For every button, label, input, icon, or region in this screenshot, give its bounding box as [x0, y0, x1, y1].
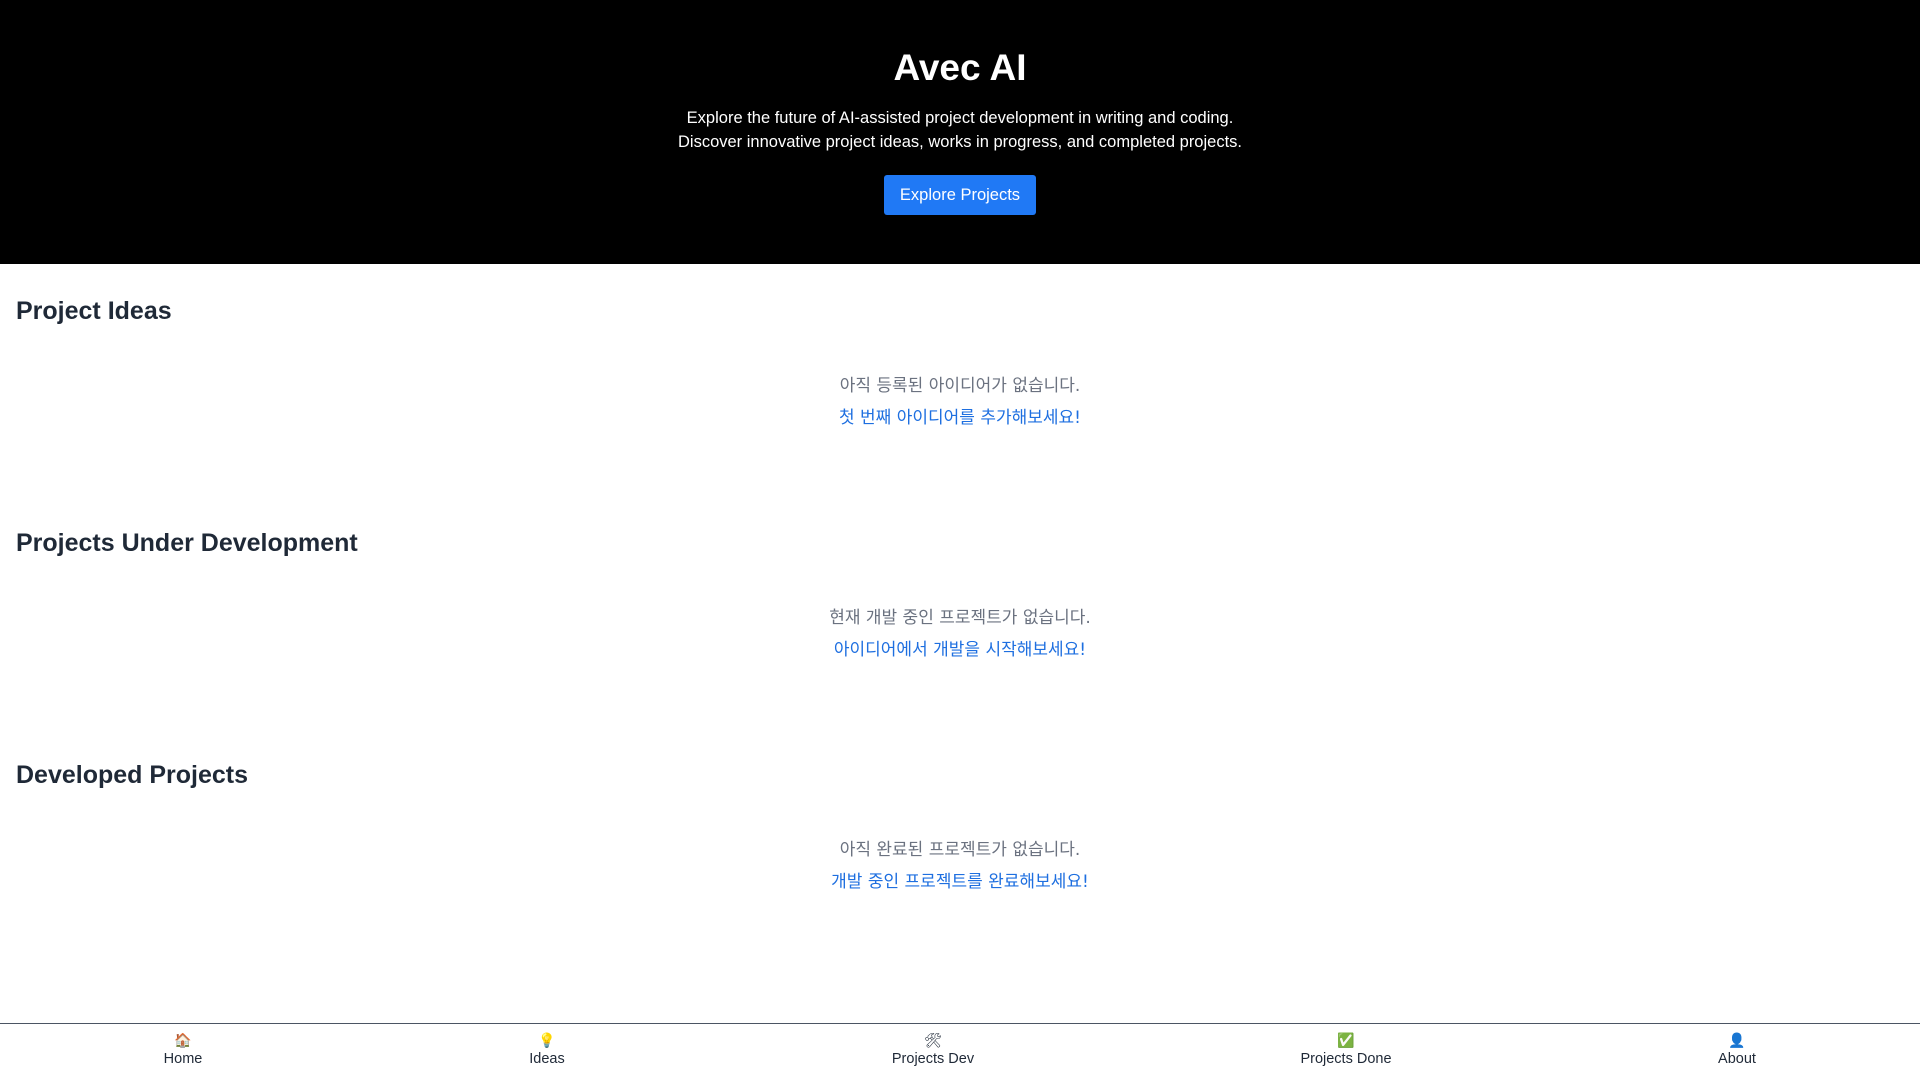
add-idea-link[interactable]: 첫 번째 아이디어를 추가해보세요! — [0, 406, 1920, 430]
nav-label-projects-done: Projects Done — [1300, 1051, 1392, 1067]
nav-label-about: About — [1718, 1051, 1756, 1067]
empty-message: 아직 등록된 아이디어가 없습니다. — [839, 376, 1081, 396]
site-title: Avec AI — [893, 47, 1027, 88]
complete-project-link[interactable]: 개발 중인 프로젝트를 완료해보세요! — [0, 870, 1920, 894]
lightbulb-icon: 💡 — [538, 1033, 556, 1049]
home-icon: 🏠 — [174, 1033, 192, 1049]
section-title-projects-under-development: Projects Under Development — [16, 529, 358, 557]
empty-message: 현재 개발 중인 프로젝트가 없습니다. — [829, 608, 1091, 628]
nav-label-projects-dev: Projects Dev — [891, 1051, 975, 1067]
bottom-navigation: 🏠 Home 💡 Ideas 🛠 Projects Dev ✅ Projects… — [0, 1023, 1920, 1080]
section-title-project-ideas: Project Ideas — [16, 297, 172, 325]
empty-state-ideas: 아직 등록된 아이디어가 없습니다. 첫 번째 아이디어를 추가해보세요! — [0, 374, 1920, 430]
hero-description: Explore the future of AI-assisted projec… — [0, 106, 1920, 154]
tools-icon: 🛠 — [924, 1033, 942, 1049]
nav-item-projects-dev[interactable]: 🛠 Projects Dev — [833, 1033, 1033, 1069]
empty-message: 아직 완료된 프로젝트가 없습니다. — [839, 840, 1081, 860]
nav-item-about[interactable]: 👤 About — [1637, 1033, 1837, 1069]
nav-item-home[interactable]: 🏠 Home — [83, 1033, 283, 1069]
start-development-link[interactable]: 아이디어에서 개발을 시작해보세요! — [0, 638, 1920, 662]
nav-item-projects-done[interactable]: ✅ Projects Done — [1246, 1033, 1446, 1069]
hero-description-line-2: Discover innovative project ideas, works… — [677, 133, 1242, 151]
empty-state-developed: 아직 완료된 프로젝트가 없습니다. 개발 중인 프로젝트를 완료해보세요! — [0, 838, 1920, 894]
explore-projects-button[interactable]: Explore Projects — [883, 175, 1037, 215]
user-icon: 👤 — [1728, 1033, 1746, 1049]
hero-banner: Avec AI Explore the future of AI-assiste… — [0, 0, 1920, 264]
nav-item-ideas[interactable]: 💡 Ideas — [447, 1033, 647, 1069]
check-icon: ✅ — [1337, 1033, 1355, 1049]
empty-state-under-development: 현재 개발 중인 프로젝트가 없습니다. 아이디어에서 개발을 시작해보세요! — [0, 606, 1920, 662]
nav-label-ideas: Ideas — [529, 1051, 565, 1067]
section-title-developed-projects: Developed Projects — [16, 761, 249, 789]
hero-description-line-1: Explore the future of AI-assisted projec… — [686, 109, 1234, 127]
nav-label-home: Home — [163, 1051, 203, 1067]
